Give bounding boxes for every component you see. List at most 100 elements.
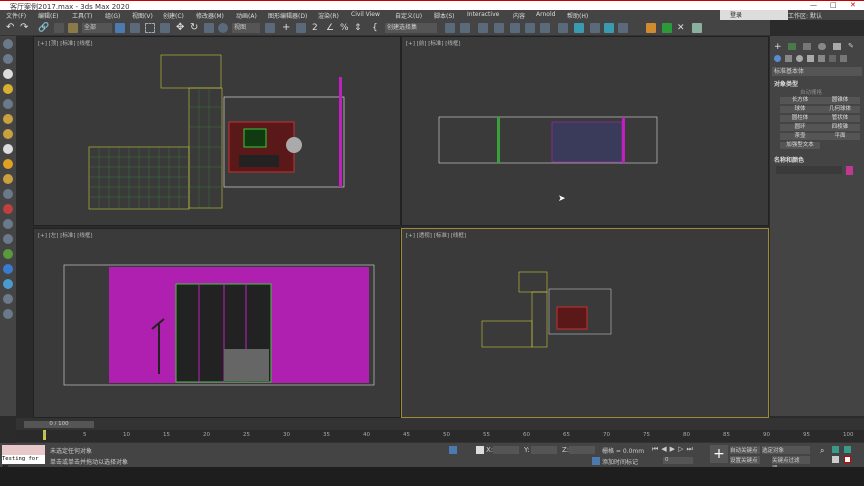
placement-icon[interactable] <box>218 23 228 33</box>
teapot-button[interactable]: 茶壶 <box>780 133 820 140</box>
mirror-icon[interactable] <box>445 23 455 33</box>
z-coord-input[interactable] <box>569 446 595 454</box>
menu-scripting[interactable]: 脚本(S) <box>434 11 455 20</box>
rotate-icon[interactable]: ↻ <box>190 23 200 33</box>
menu-modifiers[interactable]: 修改器(M) <box>196 11 224 20</box>
menu-civil-view[interactable]: Civil View <box>351 11 380 18</box>
viewport-top[interactable]: [+] [顶] [标准] [线框] <box>33 36 401 226</box>
globe-icon[interactable] <box>3 174 13 184</box>
redo-icon[interactable]: ↷ <box>20 23 30 33</box>
select-manipulate-icon[interactable]: + <box>282 23 292 33</box>
zoom-extents-icon[interactable] <box>844 446 851 453</box>
menu-content[interactable]: 内容 <box>513 11 525 20</box>
object-color-swatch[interactable] <box>846 166 853 175</box>
camera-icon[interactable] <box>3 99 13 109</box>
add-key-button[interactable]: + <box>710 445 728 463</box>
undo-icon[interactable]: ↶ <box>6 23 16 33</box>
named-selection-dropdown[interactable]: 创建选择集 <box>385 23 437 33</box>
selected-dropdown[interactable]: 选定对象 <box>762 446 810 454</box>
cone-button[interactable]: 圆锥体 <box>820 97 860 104</box>
rendered-frame-icon[interactable] <box>590 23 600 33</box>
bind-space-warp-icon[interactable] <box>68 23 78 33</box>
utilities-tab-icon[interactable]: ✎ <box>848 42 854 50</box>
move-icon[interactable]: ✥ <box>176 23 186 33</box>
add-time-tag[interactable]: 添加时间标记 <box>602 457 638 466</box>
menu-file[interactable]: 文件(F) <box>6 11 26 20</box>
material-editor-icon[interactable] <box>558 23 568 33</box>
plant-icon[interactable] <box>3 249 13 259</box>
menu-help[interactable]: 帮助(H) <box>567 11 588 20</box>
menu-interactive[interactable]: Interactive <box>467 11 499 18</box>
object-paint-icon[interactable] <box>3 39 13 49</box>
menu-customize[interactable]: 自定义(U) <box>395 11 422 20</box>
pivot-icon[interactable] <box>265 23 275 33</box>
sun-icon[interactable] <box>3 159 13 169</box>
render-icon[interactable] <box>604 23 614 33</box>
menu-edit[interactable]: 编辑(E) <box>38 11 58 20</box>
toggle-icon[interactable] <box>3 294 13 304</box>
link-icon[interactable]: 🔗 <box>38 23 49 33</box>
time-slider[interactable]: 0 / 100 <box>24 421 94 428</box>
cone-icon[interactable] <box>3 144 13 154</box>
playback-controls[interactable]: ⏮◀▶▷⏭ <box>652 445 696 454</box>
teapot-icon[interactable] <box>3 129 13 139</box>
menu-tools[interactable]: 工具(T) <box>72 11 92 20</box>
menu-views[interactable]: 视图(V) <box>132 11 153 20</box>
schematic-view-icon[interactable] <box>540 23 550 33</box>
object-name-input[interactable] <box>776 166 842 174</box>
curve-editor-icon[interactable] <box>525 23 535 33</box>
pan-icon[interactable] <box>832 456 839 463</box>
viewport-label[interactable]: [+] [前] [标准] [线框] <box>406 39 461 47</box>
sphere-icon[interactable] <box>3 69 13 79</box>
snaps-toggle-icon[interactable]: 2 <box>312 23 322 33</box>
viewport-perspective[interactable]: [+] [透视] [标准] [线框] <box>401 228 769 418</box>
panel-icon[interactable] <box>692 23 702 33</box>
menu-group[interactable]: 组(G) <box>105 11 120 20</box>
tools-icon[interactable]: ✕ <box>677 23 687 33</box>
menu-arnold[interactable]: Arnold <box>536 11 555 18</box>
tube-button[interactable]: 管状体 <box>820 115 860 122</box>
plugin-icon[interactable] <box>646 23 656 33</box>
display-tab-icon[interactable] <box>833 43 841 50</box>
helpers-icon[interactable] <box>818 55 825 62</box>
helper-icon[interactable] <box>3 219 13 229</box>
menu-rendering[interactable]: 渲染(R) <box>318 11 339 20</box>
menu-animation[interactable]: 动画(A) <box>236 11 257 20</box>
percent-snap-icon[interactable]: % <box>340 23 350 33</box>
lights-icon[interactable] <box>796 55 803 62</box>
light-icon[interactable] <box>3 84 13 94</box>
menu-create[interactable]: 创建(C) <box>163 11 184 20</box>
layer-explorer-icon[interactable] <box>494 23 504 33</box>
lock-selection-icon[interactable] <box>449 446 457 454</box>
y-coord-input[interactable] <box>531 446 557 454</box>
box-button[interactable]: 长方体 <box>780 97 820 104</box>
close-button[interactable]: ✕ <box>850 1 856 9</box>
maxscript-input[interactable]: Testing for AK <box>2 455 45 471</box>
pyramid-button[interactable]: 四棱锥 <box>820 124 860 131</box>
geosphere-button[interactable]: 几何球体 <box>820 106 860 113</box>
maximize-button[interactable]: □ <box>830 1 837 9</box>
unlink-icon[interactable] <box>54 23 64 33</box>
wave-icon[interactable] <box>3 189 13 199</box>
shapes-icon[interactable] <box>785 55 792 62</box>
hierarchy-tab-icon[interactable] <box>803 43 811 50</box>
select-by-name-icon[interactable] <box>130 23 140 33</box>
window-crossing-icon[interactable] <box>160 23 170 33</box>
object-type-rollout[interactable]: 对象类型 <box>774 79 798 88</box>
viewport-front[interactable]: [+] [前] [标准] [线框] ➤ <box>401 36 769 226</box>
reference-coord-dropdown[interactable]: 视图 <box>232 23 260 33</box>
category-dropdown[interactable]: 标准基本体 <box>772 67 862 76</box>
absolute-mode-icon[interactable] <box>476 446 484 454</box>
key-filters-button[interactable]: 关键点过滤器... <box>772 456 810 472</box>
angle-snap-icon[interactable]: ∠ <box>326 23 336 33</box>
workspace-dropdown[interactable]: 默认 <box>810 11 822 20</box>
systems-icon[interactable] <box>840 55 847 62</box>
select-object-icon[interactable] <box>115 23 125 33</box>
x-coord-input[interactable] <box>493 446 519 454</box>
align-icon[interactable] <box>460 23 470 33</box>
set-key-button[interactable]: 设置关键点 <box>730 456 760 464</box>
zoom-icon[interactable]: ⌕ <box>820 446 824 456</box>
create-tab-icon[interactable]: + <box>774 42 782 52</box>
info-icon[interactable] <box>3 309 13 319</box>
plane-button[interactable]: 平面 <box>820 133 860 140</box>
